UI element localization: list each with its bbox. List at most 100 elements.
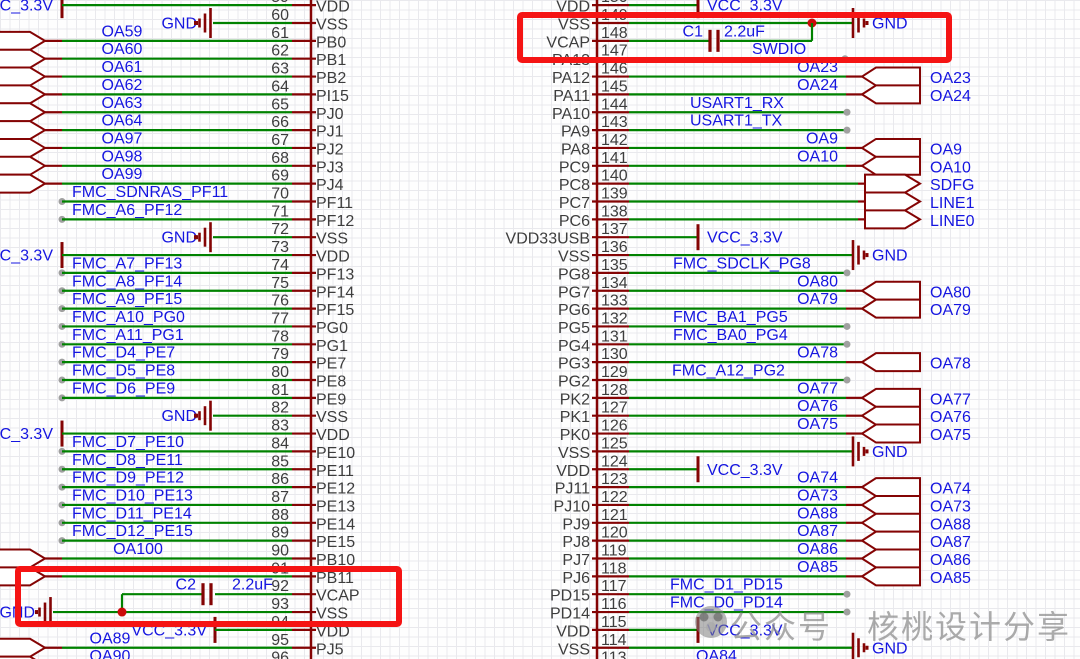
pin-number[interactable]: 127 [601,400,628,417]
pin-name[interactable]: PC9 [559,159,590,176]
pin-number[interactable]: 141 [601,150,628,167]
pin-name[interactable]: PE7 [316,356,346,373]
net-label[interactable]: FMC_D12_PE15 [72,523,193,540]
net-label[interactable]: OA9 [806,130,838,147]
pin-name[interactable]: PK0 [560,427,590,444]
port-shape[interactable] [862,85,920,103]
pin-number[interactable]: 133 [601,293,628,310]
pin-name[interactable]: VDD [556,623,590,640]
gnd-symbol-tick[interactable] [195,235,198,239]
pin-number[interactable]: 68 [271,150,289,167]
pin-number[interactable]: 140 [601,168,628,185]
net-label[interactable]: OA10 [797,148,838,165]
pin-number[interactable]: 132 [601,310,628,327]
wire-end-dot[interactable] [844,341,851,348]
port-shape[interactable] [865,210,920,228]
port-label[interactable]: OA75 [930,427,971,444]
port-label[interactable]: LINE1 [930,195,975,212]
pin-number[interactable]: 61 [271,25,289,42]
power-label-gnd[interactable]: GND [872,444,908,461]
pin-number[interactable]: 142 [601,132,628,149]
pin-number[interactable]: 87 [271,489,289,506]
pin-name[interactable]: PK1 [560,409,590,426]
port-label[interactable]: OA86 [930,552,971,569]
pin-name[interactable]: VSS [558,445,590,462]
pin-name[interactable]: PI15 [316,88,349,105]
pin-name[interactable]: PF11 [316,195,353,212]
net-label[interactable]: OA85 [797,559,838,576]
net-label[interactable]: FMC_D7_PE10 [72,434,184,451]
net-label[interactable]: OA84 [696,648,737,659]
pin-number[interactable]: 66 [271,114,289,131]
pin-number[interactable]: 137 [601,221,628,238]
pin-number[interactable]: 150 [601,0,628,6]
net-label[interactable]: OA73 [797,487,838,504]
pin-number[interactable]: 77 [271,310,289,327]
pin-number[interactable]: 131 [601,328,628,345]
pin-name[interactable]: PJ2 [316,141,344,158]
pin-name[interactable]: PJ6 [562,570,590,587]
pin-number[interactable]: 62 [271,43,289,60]
port-shape[interactable] [862,389,920,407]
gnd-symbol-tick[interactable] [866,253,869,257]
pin-name[interactable]: PJ9 [562,516,590,533]
pin-number[interactable]: 122 [601,489,628,506]
pin-number[interactable]: 95 [271,632,289,649]
pin-number[interactable]: 84 [271,435,289,452]
net-label[interactable]: FMC_D1_PD15 [670,577,783,594]
pin-number[interactable]: 78 [271,328,289,345]
pin-name[interactable]: PF14 [316,284,354,301]
pin-number[interactable]: 118 [601,560,627,577]
pin-name[interactable]: PJ3 [316,159,344,176]
pin-name[interactable]: PJ10 [554,498,591,515]
pin-number[interactable]: 114 [601,632,627,649]
net-label[interactable]: OA76 [797,398,838,415]
pin-name[interactable]: PF13 [316,266,354,283]
net-label[interactable]: FMC_SDNRAS_PF11 [72,184,228,201]
pin-number[interactable]: 116 [601,596,627,613]
port-shape[interactable] [862,68,920,86]
pin-number[interactable]: 89 [271,525,289,542]
net-label[interactable]: FMC_A11_PG1 [72,327,184,344]
port-shape[interactable] [862,139,920,157]
pin-number[interactable]: 119 [601,543,627,560]
pin-name[interactable]: PA10 [552,106,590,123]
pin-name[interactable]: PJ8 [562,534,590,551]
pin-number[interactable]: 60 [271,7,289,24]
pin-name[interactable]: VDD [316,249,350,266]
port-shape[interactable] [0,550,45,568]
pin-number[interactable]: 70 [271,186,289,203]
port-label[interactable]: OA74 [930,481,971,498]
pin-name[interactable]: PG7 [558,284,590,301]
pin-name[interactable]: PC6 [559,213,590,230]
power-label-vcc[interactable]: VCC_3.3V [0,426,53,443]
pin-name[interactable]: PF15 [316,302,354,319]
port-label[interactable]: LINE0 [930,213,975,230]
pin-name[interactable]: PE13 [316,498,355,515]
port-shape[interactable] [862,496,920,514]
power-label-gnd[interactable]: GND [872,248,908,265]
port-shape[interactable] [0,121,45,139]
port-shape[interactable] [862,567,920,585]
net-label[interactable]: OA77 [797,380,838,397]
pin-name[interactable]: VSS [558,641,590,658]
power-label-gnd[interactable]: GND [161,16,197,33]
pin-name[interactable]: VSS [558,249,590,266]
port-label[interactable]: OA80 [930,284,971,301]
power-label-gnd[interactable]: GND [161,230,197,247]
port-label[interactable]: OA79 [930,302,971,319]
pin-name[interactable]: PA11 [553,88,590,105]
port-shape[interactable] [865,193,920,211]
pin-name[interactable]: PC7 [559,195,590,212]
pin-name[interactable]: PA9 [561,124,590,141]
port-shape[interactable] [0,68,45,86]
pin-number[interactable]: 80 [271,364,289,381]
pin-name[interactable]: PJ4 [316,177,344,194]
net-label[interactable]: FMC_BA0_PG4 [673,327,788,344]
pin-name[interactable]: PG0 [316,320,348,337]
pin-number[interactable]: 82 [271,400,289,417]
port-shape[interactable] [862,407,920,425]
power-label-vcc[interactable]: VCC_3.3V [0,0,53,15]
net-label[interactable]: USART1_RX [690,95,784,112]
gnd-symbol-tick[interactable] [195,21,198,25]
